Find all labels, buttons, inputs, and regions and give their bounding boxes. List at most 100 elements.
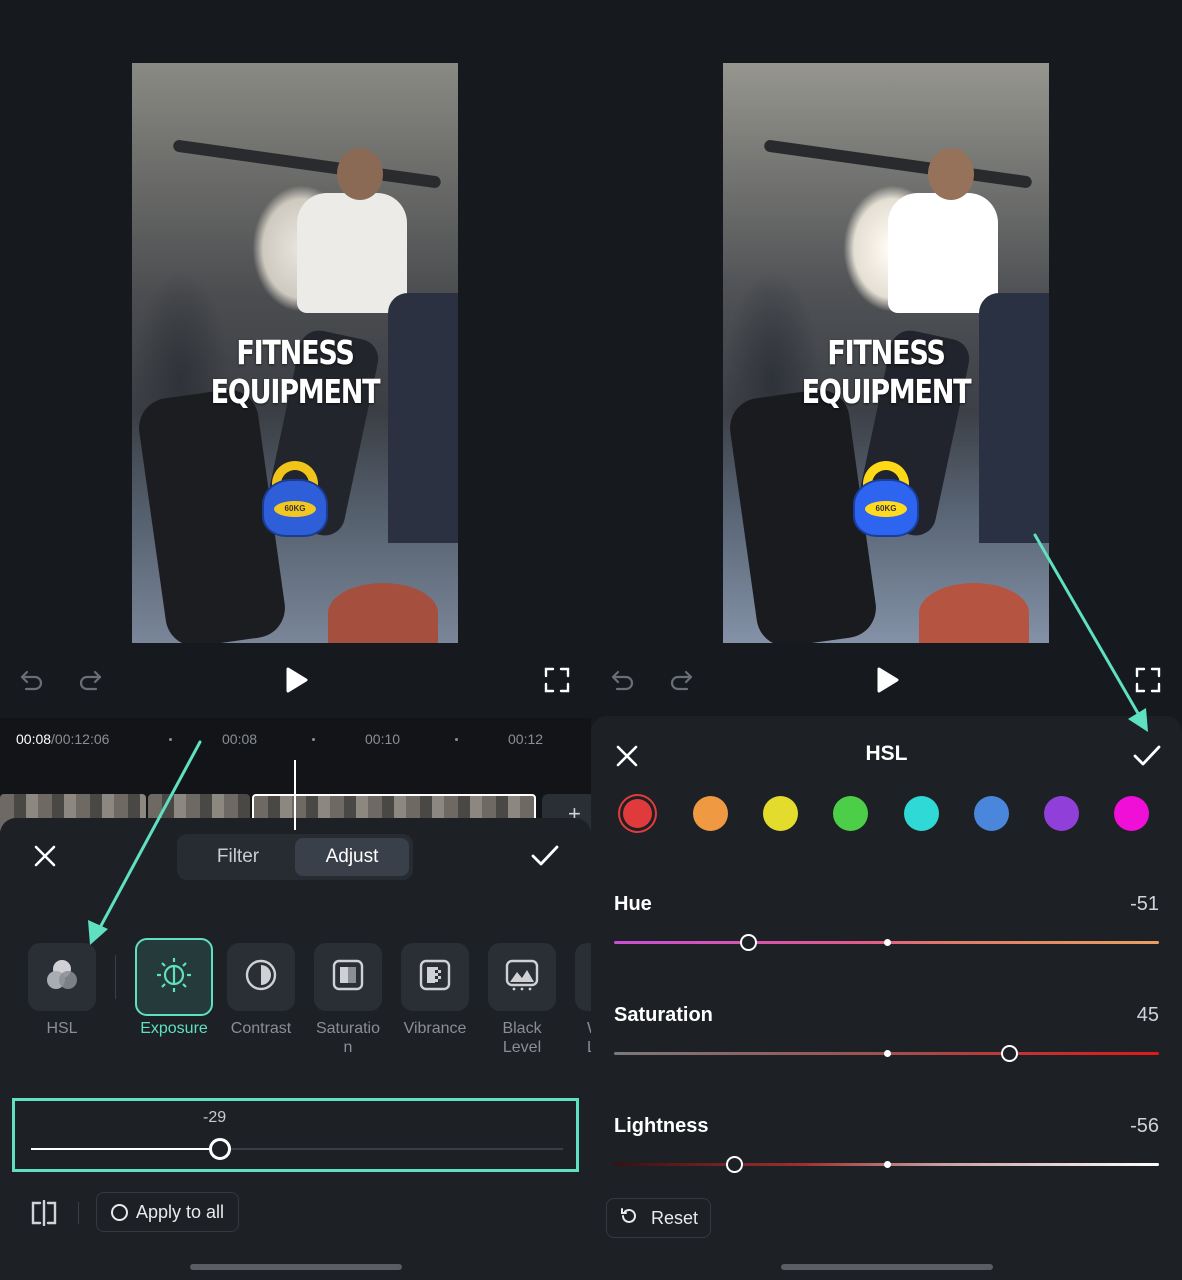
time-tick: 00:12	[508, 731, 544, 747]
hsl-panel: HSL Hue -51 Saturation 45 Lightness -56 …	[591, 716, 1182, 1280]
tab-adjust[interactable]: Adjust	[295, 838, 409, 876]
tool-saturation[interactable]: Saturatio n	[308, 943, 388, 1057]
playback-controls	[0, 660, 591, 700]
tool-label: Contrast	[230, 1020, 292, 1037]
lightness-control: Lightness -56	[614, 1115, 1159, 1185]
confirm-check-icon[interactable]	[1132, 744, 1162, 773]
apply-to-all-toggle[interactable]: Apply to all	[96, 1192, 240, 1232]
athlete-figure	[888, 193, 998, 313]
swatch-red[interactable]	[623, 799, 652, 828]
current-time: 00:08	[16, 731, 52, 747]
exposure-icon	[154, 955, 194, 1000]
kettlebell-sticker[interactable]: 60KG	[262, 461, 328, 537]
contrast-icon	[244, 958, 278, 997]
reset-icon	[619, 1206, 639, 1231]
tab-filter[interactable]: Filter	[181, 838, 295, 876]
kettlebell-label: 60KG	[274, 501, 316, 517]
tool-exposure-box	[135, 938, 213, 1016]
play-icon[interactable]	[874, 666, 900, 699]
hsl-icon	[44, 958, 80, 997]
tool-contrast[interactable]: Contrast	[221, 943, 301, 1038]
fullscreen-icon[interactable]	[1134, 666, 1162, 699]
athlete-head	[928, 148, 974, 200]
tick-dot	[169, 738, 172, 741]
footer-divider	[78, 1202, 79, 1224]
redo-icon[interactable]	[76, 666, 104, 699]
undo-icon[interactable]	[18, 666, 46, 699]
swatch-purple[interactable]	[1044, 796, 1079, 831]
saturation-slider-track[interactable]	[614, 1045, 1159, 1062]
swatch-magenta[interactable]	[1114, 796, 1149, 831]
time-tick: 00:08	[222, 731, 258, 747]
home-indicator	[190, 1264, 402, 1270]
background-person	[979, 293, 1049, 543]
kettlebell-sticker[interactable]: 60KG	[853, 461, 919, 537]
swatch-cyan[interactable]	[904, 796, 939, 831]
playhead[interactable]	[294, 760, 296, 830]
exposure-slider-knob[interactable]	[208, 1138, 231, 1160]
time-tick: 00:10	[365, 731, 401, 747]
saturation-value: 45	[1136, 1004, 1159, 1026]
tool-hsl[interactable]: HSL	[22, 943, 102, 1038]
confirm-check-icon[interactable]	[530, 844, 560, 873]
swatch-yellow[interactable]	[763, 796, 798, 831]
tool-contrast-box	[227, 943, 295, 1011]
total-time-suffix: :06	[89, 731, 110, 747]
redo-icon[interactable]	[667, 666, 695, 699]
total-time: /00:12	[51, 731, 90, 747]
tool-label: HSL	[46, 1020, 78, 1037]
color-swatches	[623, 796, 1153, 832]
tick-dot	[312, 738, 315, 741]
exposure-slider-fill	[31, 1148, 220, 1150]
filter-adjust-tabs: Filter Adjust	[177, 834, 413, 880]
hue-value: -51	[1130, 893, 1159, 915]
background-person	[388, 293, 458, 543]
tool-black-level[interactable]: Black Level	[482, 943, 562, 1057]
lightness-label: Lightness	[614, 1115, 709, 1137]
adjust-tools: HSL Exposure Contrast Saturatio n Vibran…	[0, 938, 591, 1073]
reset-button[interactable]: Reset	[606, 1198, 712, 1238]
hsl-screen: FITNESS EQUIPMENT 60KG HSL Hue -51 Satur…	[591, 0, 1182, 1280]
swatch-green[interactable]	[833, 796, 868, 831]
play-icon[interactable]	[283, 666, 309, 699]
saturation-slider-knob[interactable]	[1001, 1045, 1019, 1062]
hsl-title: HSL	[865, 742, 908, 765]
video-preview[interactable]: FITNESS EQUIPMENT 60KG	[723, 63, 1049, 643]
tool-vibrance-box	[401, 943, 469, 1011]
tick-dot	[455, 738, 458, 741]
swatch-blue[interactable]	[974, 796, 1009, 831]
tool-white-level-box	[575, 943, 591, 1011]
athlete-figure	[297, 193, 407, 313]
hue-slider-center	[884, 939, 891, 946]
fullscreen-icon[interactable]	[543, 666, 571, 699]
exposure-slider-track[interactable]	[31, 1138, 563, 1160]
lightness-slider-knob[interactable]	[725, 1156, 743, 1173]
lightness-slider-track[interactable]	[614, 1156, 1159, 1173]
tool-vibrance[interactable]: Vibrance	[395, 943, 475, 1038]
tool-saturation-box	[314, 943, 382, 1011]
home-indicator	[781, 1264, 993, 1270]
compare-icon[interactable]	[28, 1199, 60, 1231]
close-icon[interactable]	[33, 844, 57, 873]
saturation-label: Saturation	[614, 1004, 713, 1026]
tool-label: Black Level	[502, 1020, 542, 1056]
hue-slider-track[interactable]	[614, 934, 1159, 951]
tool-label: Saturatio n	[315, 1020, 381, 1056]
video-preview[interactable]: FITNESS EQUIPMENT 60KG	[132, 63, 458, 643]
adjust-screen: FITNESS EQUIPMENT 60KG 00:08/00:12:06 00…	[0, 0, 591, 1280]
pullup-bar	[763, 139, 1033, 189]
video-title-overlay: FITNESS EQUIPMENT	[801, 333, 972, 411]
swatch-orange[interactable]	[693, 796, 728, 831]
tool-white-level[interactable]: W L	[569, 943, 591, 1057]
apply-to-all-label: Apply to all	[136, 1201, 225, 1222]
hue-slider-knob[interactable]	[739, 934, 757, 951]
saturation-control: Saturation 45	[614, 1004, 1159, 1074]
hue-label: Hue	[614, 893, 652, 915]
black-level-icon	[504, 958, 540, 997]
athlete-head	[337, 148, 383, 200]
exposure-slider-highlight: -29	[12, 1098, 579, 1172]
gym-bench	[328, 583, 438, 643]
undo-icon[interactable]	[609, 666, 637, 699]
tool-exposure[interactable]: Exposure	[134, 938, 214, 1038]
reset-label: Reset	[651, 1207, 699, 1228]
